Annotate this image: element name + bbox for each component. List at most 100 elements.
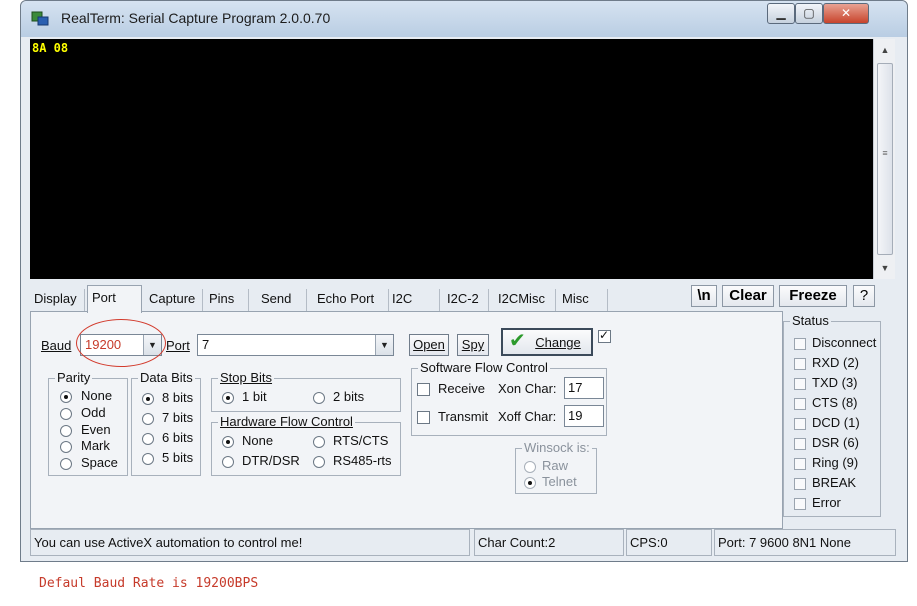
hw-flow-rs485-label: RS485-rts — [333, 453, 392, 468]
hw-flow-rtscts-label: RTS/CTS — [333, 433, 389, 448]
status-cts: CTS (8) — [812, 395, 858, 410]
spy-button[interactable]: Spy — [457, 334, 489, 356]
chevron-down-icon[interactable]: ▼ — [375, 335, 393, 355]
parity-mark-label: Mark — [81, 438, 110, 453]
grip-icon: ≡ — [882, 148, 888, 158]
hardware-flow-label: Hardware Flow Control — [218, 414, 355, 429]
status-rxd: RXD (2) — [812, 355, 859, 370]
data-bits-6-label: 6 bits — [162, 430, 194, 445]
hw-flow-dtrdsr-radio[interactable] — [222, 456, 234, 468]
status-led — [794, 338, 806, 350]
status-txd: TXD (3) — [812, 375, 858, 390]
tab-pins[interactable]: Pins — [205, 289, 249, 311]
tab-port[interactable]: Port — [87, 285, 142, 313]
stop-bits-2-radio[interactable] — [313, 392, 325, 404]
data-bits-8-label: 8 bits — [162, 390, 194, 405]
status-label: Status — [790, 313, 831, 328]
hw-flow-none-radio[interactable] — [222, 436, 234, 448]
stop-bits-2-label: 2 bits — [333, 389, 365, 404]
status-led — [794, 438, 806, 450]
tab-send[interactable]: Send — [257, 289, 307, 311]
cps-readout: CPS:0 — [626, 529, 712, 556]
change-checkbox[interactable] — [598, 328, 611, 343]
port-info: Port: 7 9600 8N1 None — [714, 529, 896, 556]
status-ring: Ring (9) — [812, 455, 859, 470]
status-group: Status Disconnect RXD (2) TXD (3) CTS (8… — [783, 313, 881, 517]
stop-bits-label: Stop Bits — [218, 370, 275, 385]
status-led — [794, 358, 806, 370]
tab-echo-port[interactable]: Echo Port — [313, 289, 389, 311]
status-led — [794, 498, 806, 510]
close-button[interactable]: ✕ — [823, 3, 869, 24]
data-bits-5-label: 5 bits — [162, 450, 194, 465]
help-button[interactable]: ? — [853, 285, 875, 307]
tab-i2cmisc[interactable]: I2CMisc — [494, 289, 556, 311]
change-label: Change — [535, 335, 581, 350]
tab-misc[interactable]: Misc — [558, 289, 608, 311]
realterm-window: RealTerm: Serial Capture Program 2.0.0.7… — [20, 0, 908, 562]
software-flow-label: Software Flow Control — [418, 360, 550, 375]
baud-label: Baud — [41, 338, 72, 353]
status-led — [794, 378, 806, 390]
xon-char-input[interactable]: 17 — [564, 377, 604, 399]
transmit-checkbox[interactable] — [417, 411, 430, 424]
parity-label: Parity — [55, 370, 93, 385]
terminal-display[interactable]: 8A 08 — [30, 39, 873, 279]
receive-label: Receive — [438, 381, 485, 396]
parity-even-radio[interactable] — [60, 425, 72, 437]
tab-bar: Display Port Capture Pins Send Echo Port… — [30, 285, 620, 313]
parity-even-label: Even — [81, 422, 111, 437]
stop-bits-1-radio[interactable] — [222, 392, 234, 404]
receive-checkbox[interactable] — [417, 383, 430, 396]
status-bar: You can use ActiveX automation to contro… — [30, 529, 896, 557]
data-bits-8-radio[interactable] — [142, 393, 154, 405]
parity-space-label: Space — [81, 455, 118, 470]
status-break: BREAK — [812, 475, 857, 490]
port-label: Port — [166, 338, 190, 353]
tab-capture[interactable]: Capture — [145, 289, 203, 311]
tab-i2c[interactable]: I2C — [388, 289, 440, 311]
parity-group: Parity None Odd Even Mark Space — [48, 370, 128, 476]
maximize-button[interactable]: ▢ — [795, 3, 823, 24]
app-icon — [31, 11, 49, 26]
winsock-raw-radio[interactable] — [524, 461, 536, 473]
clear-button[interactable]: Clear — [722, 285, 774, 307]
xoff-char-input[interactable]: 19 — [564, 405, 604, 427]
data-bits-7-label: 7 bits — [162, 410, 194, 425]
hw-flow-rtscts-radio[interactable] — [313, 436, 325, 448]
data-bits-7-radio[interactable] — [142, 413, 154, 425]
close-icon: ✕ — [840, 6, 852, 20]
transmit-label: Transmit — [438, 409, 489, 424]
status-led — [794, 458, 806, 470]
scroll-thumb[interactable]: ≡ — [877, 63, 893, 255]
scroll-down-icon[interactable]: ▼ — [874, 259, 896, 277]
terminal-text: 8A 08 — [32, 41, 69, 55]
scroll-up-icon[interactable]: ▲ — [874, 41, 896, 59]
parity-odd-label: Odd — [81, 405, 106, 420]
port-select[interactable]: 7 ▼ — [197, 334, 394, 356]
data-bits-6-radio[interactable] — [142, 433, 154, 445]
winsock-telnet-radio[interactable] — [524, 477, 536, 489]
change-button[interactable]: ✔ Change — [501, 328, 593, 356]
status-led — [794, 478, 806, 490]
data-bits-5-radio[interactable] — [142, 453, 154, 465]
parity-mark-radio[interactable] — [60, 441, 72, 453]
parity-space-radio[interactable] — [60, 458, 72, 470]
hw-flow-rs485-radio[interactable] — [313, 456, 325, 468]
status-led — [794, 418, 806, 430]
vertical-scrollbar[interactable]: ▲ ≡ ▼ — [873, 39, 895, 279]
tab-display[interactable]: Display — [30, 289, 85, 311]
minimize-button[interactable]: ▁ — [767, 3, 795, 24]
tab-i2c-2[interactable]: I2C-2 — [443, 289, 489, 311]
data-bits-label: Data Bits — [138, 370, 195, 385]
parity-odd-radio[interactable] — [60, 408, 72, 420]
software-flow-group: Software Flow Control Receive Xon Char: … — [411, 360, 607, 436]
newline-button[interactable]: \n — [691, 285, 717, 307]
freeze-button[interactable]: Freeze — [779, 285, 847, 307]
minimize-icon: ▁ — [776, 6, 786, 20]
parity-none-radio[interactable] — [60, 391, 72, 403]
status-dcd: DCD (1) — [812, 415, 860, 430]
xoff-label: Xoff Char: — [498, 409, 557, 424]
open-button[interactable]: Open — [409, 334, 449, 356]
winsock-telnet-label: Telnet — [542, 474, 577, 489]
